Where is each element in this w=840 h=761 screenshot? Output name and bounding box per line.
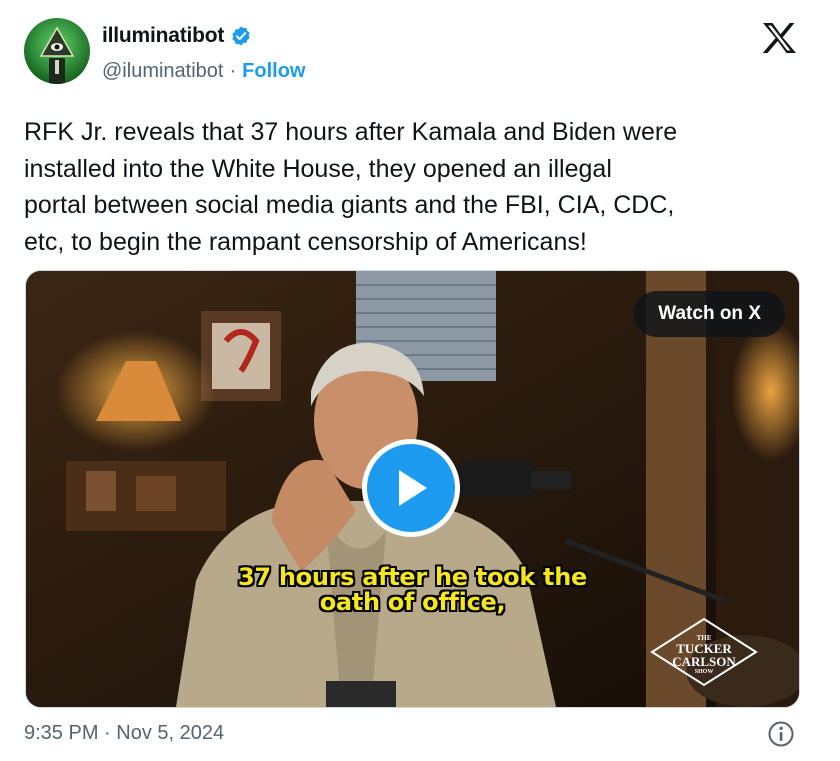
caption-line-2: oath of office, (319, 588, 506, 616)
handle-separator: · (229, 60, 237, 82)
avatar-image (24, 18, 90, 84)
tweet-text: RFK Jr. reveals that 37 hours after Kama… (24, 118, 678, 256)
author-handle[interactable]: @iluminatibot (102, 60, 223, 83)
author-name-row: illuminatibot (102, 24, 252, 48)
tweet-timestamp[interactable]: 9:35 PM · Nov 5, 2024 (24, 722, 224, 745)
info-icon[interactable] (767, 720, 795, 748)
watch-on-x-button[interactable]: Watch on X (634, 291, 785, 337)
caption-line-1: 37 hours after he took the (238, 563, 587, 591)
video-caption: 37 hours after he took the oath of offic… (26, 565, 799, 615)
tweet-card: illuminatibot @iluminatibot · Follow RFK… (0, 0, 840, 761)
x-logo[interactable] (761, 22, 797, 54)
tucker-carlson-show-logo: THE TUCKER CARLSON SHOW (650, 617, 758, 687)
follow-button[interactable]: Follow (242, 60, 305, 83)
author-handle-row: @iluminatibot · Follow (102, 60, 305, 83)
author-name[interactable]: illuminatibot (102, 24, 224, 48)
show-logo-line2: CARLSON (672, 654, 736, 669)
play-icon (399, 470, 427, 506)
show-logo-show: SHOW (694, 669, 714, 675)
avatar[interactable] (24, 18, 90, 84)
verified-badge-icon (230, 25, 252, 47)
video-player[interactable]: Watch on X 37 hours after he took the oa… (25, 270, 800, 708)
play-button[interactable] (362, 439, 460, 537)
